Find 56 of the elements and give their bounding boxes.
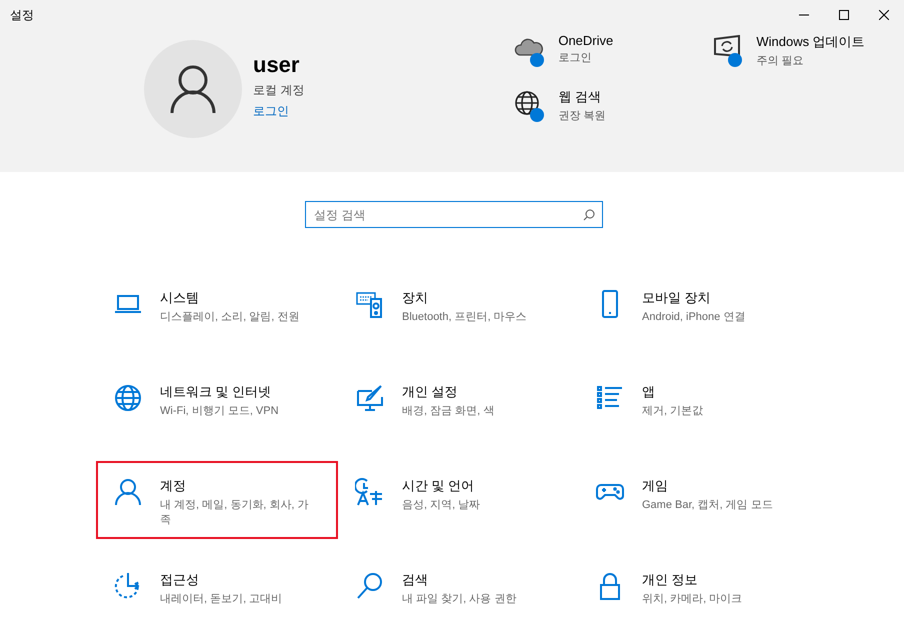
- category-description: Bluetooth, 프린터, 마우스: [402, 310, 528, 325]
- category-tile[interactable]: 앱 제거, 기본값: [578, 367, 818, 445]
- category-title: 장치: [402, 289, 429, 307]
- globe-icon[interactable]: [514, 90, 544, 122]
- monitor-icon[interactable]: [712, 35, 742, 67]
- category-title: 개인 설정: [402, 383, 459, 401]
- close-icon: [879, 10, 889, 20]
- category-description: 내 파일 찾기, 사용 권한: [402, 592, 518, 607]
- status-title[interactable]: Windows 업데이트: [756, 33, 865, 51]
- category-tile[interactable]: 접근성 내레이터, 돋보기, 고대비: [96, 555, 338, 624]
- monitor-brush-icon: [355, 383, 385, 413]
- category-title: 계정: [160, 477, 187, 495]
- category-description: Wi-Fi, 비행기 모드, VPN: [160, 404, 280, 419]
- category-description: Android, iPhone 연결: [642, 310, 746, 325]
- category-tile[interactable]: 장치 Bluetooth, 프린터, 마우스: [338, 273, 578, 351]
- sign-in-link[interactable]: 로그인: [253, 103, 289, 120]
- category-description: 배경, 잠금 화면, 색: [402, 404, 496, 419]
- status-subtitle: 주의 필요: [756, 54, 804, 68]
- category-tile[interactable]: 시스템 디스플레이, 소리, 알림, 전원: [96, 273, 338, 351]
- category-tile[interactable]: 검색 내 파일 찾기, 사용 권한: [338, 555, 578, 624]
- status-title[interactable]: 웹 검색: [558, 88, 606, 106]
- status-subtitle: 로그인: [558, 51, 592, 65]
- category-title: 접근성: [160, 571, 200, 589]
- category-tile[interactable]: 계정 내 계정, 메일, 동기화, 회사, 가족: [96, 461, 338, 539]
- category-title: 시간 및 언어: [402, 477, 476, 495]
- category-description: 내 계정, 메일, 동기화, 회사, 가족: [160, 498, 310, 528]
- category-title: 개인 정보: [642, 571, 699, 589]
- category-title: 게임: [642, 477, 669, 495]
- category-tile[interactable]: 모바일 장치 Android, iPhone 연결: [578, 273, 818, 351]
- category-title: 검색: [402, 571, 429, 589]
- status-subtitle: 권장 복원: [558, 109, 606, 123]
- status-title[interactable]: OneDrive: [558, 33, 614, 48]
- category-description: Game Bar, 캡처, 게임 모드: [642, 498, 774, 513]
- search-icon: [355, 571, 385, 601]
- category-title: 네트워크 및 인터넷: [160, 383, 272, 401]
- category-title: 앱: [642, 383, 656, 401]
- category-description: 제거, 기본값: [642, 404, 704, 419]
- search-field[interactable]: 설정 검색: [305, 201, 603, 228]
- category-tile[interactable]: 게임 Game Bar, 캡처, 게임 모드: [578, 461, 818, 539]
- user-name: user: [253, 52, 300, 78]
- category-title: 시스템: [160, 289, 200, 307]
- category-description: 음성, 지역, 날짜: [402, 498, 482, 513]
- category-tile[interactable]: 시간 및 언어 음성, 지역, 날짜: [338, 461, 578, 539]
- category-description: 디스플레이, 소리, 알림, 전원: [160, 310, 300, 325]
- category-tile[interactable]: 네트워크 및 인터넷 Wi-Fi, 비행기 모드, VPN: [96, 367, 338, 445]
- category-description: 위치, 카메라, 마이크: [642, 592, 744, 607]
- category-description: 내레이터, 돋보기, 고대비: [160, 592, 284, 607]
- category-tile[interactable]: 개인 설정 배경, 잠금 화면, 색: [338, 367, 578, 445]
- person-icon: [113, 477, 143, 507]
- category-tile[interactable]: 개인 정보 위치, 카메라, 마이크: [578, 555, 818, 624]
- maximize-icon: [839, 10, 849, 20]
- clock-letter-icon: [355, 477, 385, 507]
- window-title: 설정: [10, 6, 34, 24]
- category-title: 모바일 장치: [642, 289, 712, 307]
- globe-icon: [113, 383, 143, 413]
- account-type: 로컬 계정: [253, 82, 304, 99]
